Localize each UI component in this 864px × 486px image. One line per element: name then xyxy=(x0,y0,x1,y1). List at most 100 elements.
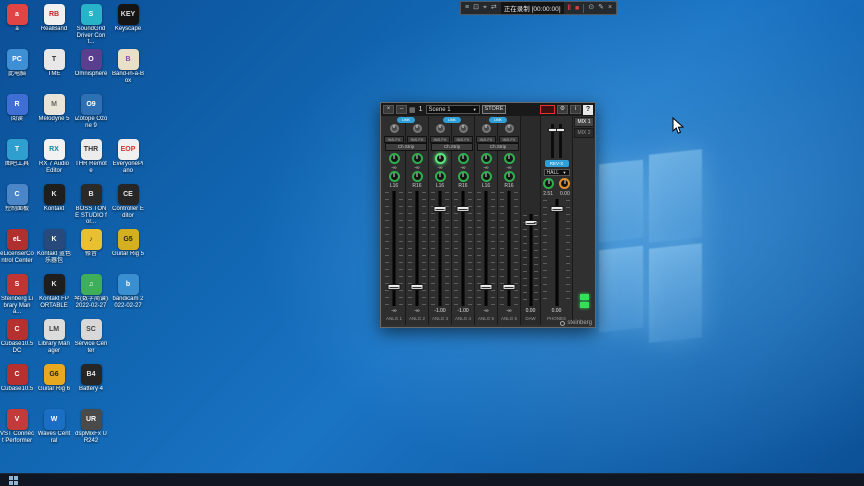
draw-button[interactable]: ✎ xyxy=(598,2,604,14)
fader-cap[interactable] xyxy=(387,284,401,291)
insert-fx-button[interactable]: INS.FX xyxy=(453,136,473,143)
hpf-knob[interactable] xyxy=(481,124,491,133)
start-button[interactable] xyxy=(0,474,26,486)
hpf-knob[interactable] xyxy=(389,124,399,133)
desktop-icon[interactable]: O Omnisphere xyxy=(74,49,108,93)
desktop-icon[interactable]: G5 Guitar Rig 5 xyxy=(111,229,145,273)
pause-button[interactable]: ‖ xyxy=(568,5,571,12)
revx-send-knob[interactable] xyxy=(480,153,492,164)
desktop-icon[interactable]: C Cubase10.5 DC xyxy=(0,319,34,363)
desktop-icon[interactable]: b bandicam 2022-02-27 xyxy=(111,274,145,318)
window-close-button[interactable]: × xyxy=(383,105,394,114)
channel-strip-button[interactable]: Ch.Strip xyxy=(477,143,519,151)
channel-strip-button[interactable]: Ch.Strip xyxy=(385,143,427,151)
insert-fx-button[interactable]: INS.FX xyxy=(499,136,519,143)
pan-knob[interactable] xyxy=(388,171,400,182)
desktop-icon[interactable]: C 控制面板 xyxy=(0,184,34,228)
fader-cap[interactable] xyxy=(410,284,424,291)
store-button[interactable]: STORE xyxy=(481,105,507,114)
desktop-icon[interactable]: ♪ 修音 xyxy=(74,229,108,273)
rev-x-button[interactable]: REV-X xyxy=(544,160,569,167)
master-fader[interactable] xyxy=(541,197,572,308)
desktop-icon[interactable]: UR dspMixFx UR242 xyxy=(74,409,108,453)
desktop-icon[interactable]: K Kontakt xyxy=(37,184,71,228)
menu-icon[interactable]: ≡ xyxy=(465,2,469,14)
fader-cap[interactable] xyxy=(433,205,447,212)
pan-knob[interactable] xyxy=(411,171,423,182)
mix-tab[interactable]: MIX 2 xyxy=(574,128,594,138)
channel-fader[interactable] xyxy=(383,189,405,308)
daw-fader[interactable] xyxy=(521,212,540,308)
insert-fx-button[interactable]: INS.FX xyxy=(476,136,496,143)
pan-knob[interactable] xyxy=(480,171,492,182)
desktop-icon[interactable]: S SoundGrid Driver Cont... xyxy=(74,4,108,48)
desktop-icon[interactable]: KEY Keyscape xyxy=(111,4,145,48)
revx-send-knob[interactable] xyxy=(457,153,469,164)
desktop-icon[interactable]: RB RealBand xyxy=(37,4,71,48)
pan-knob[interactable] xyxy=(434,171,446,182)
desktop-icon[interactable]: eL eLicenserControl Center xyxy=(0,229,34,273)
desktop-icon[interactable]: W Waves Central xyxy=(37,409,71,453)
insert-fx-button[interactable]: INS.FX xyxy=(384,136,404,143)
insert-fx-button[interactable]: INS.FX xyxy=(430,136,450,143)
desktop-icon[interactable]: LM Library Manager xyxy=(37,319,71,363)
desktop-icon[interactable]: ♫ 琴(数字简谱) 2022-02-27 xyxy=(74,274,108,318)
desktop-icon[interactable]: K Kontakt FP ORTABLE xyxy=(37,274,71,318)
desktop-icon[interactable]: R 阅读 xyxy=(0,94,34,138)
desktop-icon[interactable]: RX RX 7 Audio Editor xyxy=(37,139,71,183)
mix-tab[interactable]: MIX 1 xyxy=(574,117,594,127)
revx-send-knob[interactable] xyxy=(388,153,400,164)
scene-select[interactable]: Scene 1 ▼ xyxy=(425,105,480,114)
desktop-icon[interactable]: B BOSS TONE STUDIO for... xyxy=(74,184,108,228)
revx-send-knob[interactable] xyxy=(434,153,446,164)
hpf-knob[interactable] xyxy=(458,124,468,133)
reverb-type-select[interactable]: HALL ▼ xyxy=(543,169,570,176)
channel-fader[interactable] xyxy=(452,189,474,308)
fader-cap[interactable] xyxy=(550,205,563,212)
desktop-icon[interactable]: C Cubase10.5 xyxy=(0,364,34,408)
fader-cap[interactable] xyxy=(502,284,516,291)
pan-knob[interactable] xyxy=(457,171,469,182)
revx-send-knob[interactable] xyxy=(503,153,515,164)
revx-send-knob[interactable] xyxy=(411,153,423,164)
hpf-knob[interactable] xyxy=(435,124,445,133)
desktop-icon[interactable]: O9 iZotope Ozone 9 xyxy=(74,94,108,138)
desktop-icon[interactable]: V VST Connect Performer xyxy=(0,409,34,453)
channel-fader[interactable] xyxy=(406,189,428,308)
link-badge[interactable]: LINK xyxy=(443,117,461,123)
camera-button[interactable]: ⊙ xyxy=(588,2,594,14)
info-button[interactable]: i xyxy=(570,105,581,114)
desktop-icon[interactable]: M Melodyne 5 xyxy=(37,94,71,138)
insert-fx-button[interactable]: INS.FX xyxy=(407,136,427,143)
desktop-icon[interactable]: K Kontakt 蓝色乐器包 xyxy=(37,229,71,273)
desktop-icon[interactable]: G6 Guitar Rig 6 xyxy=(37,364,71,408)
desktop-icon[interactable]: S Steinberg Library Mana... xyxy=(0,274,34,318)
reverb-time-knob[interactable] xyxy=(543,178,554,189)
arrows-icon[interactable]: ⇄ xyxy=(491,2,497,14)
hpf-knob[interactable] xyxy=(504,124,514,133)
reverb-return-knob[interactable] xyxy=(559,178,570,189)
target-icon[interactable]: ⌖ xyxy=(483,2,487,14)
desktop-icon[interactable]: SC Service Center xyxy=(74,319,108,363)
help-button[interactable]: ? xyxy=(583,104,593,115)
hpf-knob[interactable] xyxy=(412,124,422,133)
desktop-icon[interactable]: T TME xyxy=(37,49,71,93)
desktop-icon[interactable]: CE Controller Editor xyxy=(111,184,145,228)
pan-knob[interactable] xyxy=(503,171,515,182)
stop-button[interactable]: ■ xyxy=(575,5,579,12)
close-button[interactable]: × xyxy=(608,2,612,14)
desktop-icon[interactable]: a a xyxy=(0,4,34,48)
fader-cap[interactable] xyxy=(456,205,470,212)
desktop-icon[interactable]: B4 Battery 4 xyxy=(74,364,108,408)
fader-cap[interactable] xyxy=(479,284,493,291)
settings-button[interactable]: ⚙ xyxy=(557,105,568,114)
window-minimize-button[interactable]: – xyxy=(396,105,407,114)
channel-fader[interactable] xyxy=(498,189,520,308)
scene-grid-icon[interactable]: ▦ xyxy=(409,106,416,114)
link-badge[interactable]: LINK xyxy=(397,117,415,123)
channel-strip-button[interactable]: Ch.Strip xyxy=(431,143,473,151)
alert-indicator-button[interactable] xyxy=(540,105,555,114)
desktop-icon[interactable]: B Band-in-a-Box xyxy=(111,49,145,93)
fader-cap[interactable] xyxy=(524,219,537,226)
desktop-icon[interactable]: PC 此电脑 xyxy=(0,49,34,93)
